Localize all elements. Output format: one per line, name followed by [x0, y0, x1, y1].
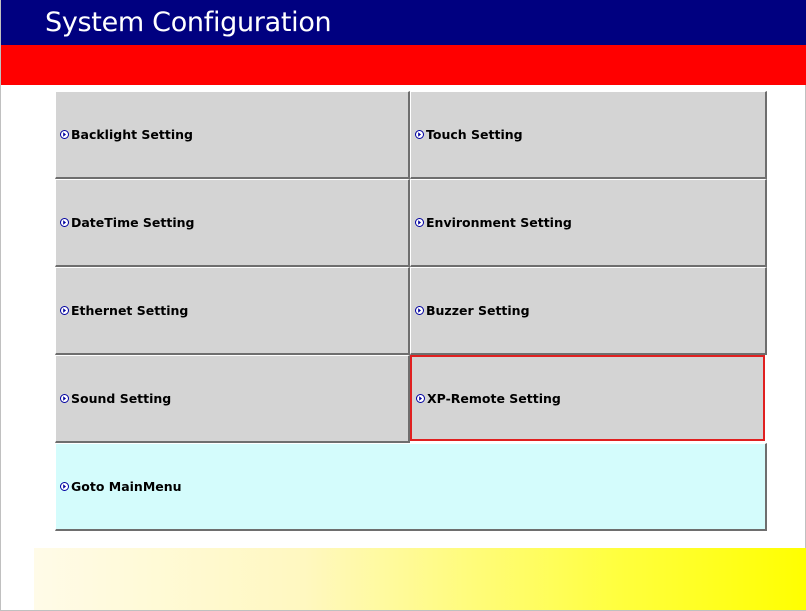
- buzzer-setting-label: Buzzer Setting: [426, 303, 530, 318]
- environment-setting-label: Environment Setting: [426, 215, 572, 230]
- circle-arrow-right-icon: [415, 306, 424, 315]
- circle-arrow-right-icon: [415, 130, 424, 139]
- sound-setting-button[interactable]: Sound Setting: [55, 355, 410, 443]
- system-configuration-screen: System Configuration Backlight Setting T…: [0, 0, 806, 611]
- datetime-setting-label: DateTime Setting: [71, 215, 195, 230]
- circle-arrow-right-icon: [416, 393, 425, 403]
- title-bar: System Configuration: [1, 0, 806, 45]
- settings-menu-grid: Backlight Setting Touch Setting DateTime…: [55, 91, 767, 531]
- backlight-setting-button[interactable]: Backlight Setting: [55, 91, 410, 179]
- page-title: System Configuration: [45, 7, 332, 38]
- circle-arrow-right-icon: [415, 218, 424, 227]
- goto-main-menu-label: Goto MainMenu: [71, 479, 182, 494]
- environment-setting-button[interactable]: Environment Setting: [410, 179, 767, 267]
- ethernet-setting-button[interactable]: Ethernet Setting: [55, 267, 410, 355]
- footer-gradient-band: [34, 548, 806, 610]
- goto-main-menu-button[interactable]: Goto MainMenu: [55, 443, 767, 531]
- xp-remote-setting-button[interactable]: XP-Remote Setting: [410, 355, 765, 441]
- circle-arrow-right-icon: [60, 130, 69, 139]
- datetime-setting-button[interactable]: DateTime Setting: [55, 179, 410, 267]
- circle-arrow-right-icon: [60, 306, 69, 315]
- circle-arrow-right-icon: [60, 482, 69, 491]
- xp-remote-setting-label: XP-Remote Setting: [427, 390, 561, 406]
- touch-setting-label: Touch Setting: [426, 127, 523, 142]
- sound-setting-label: Sound Setting: [71, 391, 172, 406]
- header-accent-band: [1, 45, 806, 85]
- ethernet-setting-label: Ethernet Setting: [71, 303, 189, 318]
- circle-arrow-right-icon: [60, 394, 69, 403]
- backlight-setting-label: Backlight Setting: [71, 127, 193, 142]
- touch-setting-button[interactable]: Touch Setting: [410, 91, 767, 179]
- circle-arrow-right-icon: [60, 218, 69, 227]
- buzzer-setting-button[interactable]: Buzzer Setting: [410, 267, 767, 355]
